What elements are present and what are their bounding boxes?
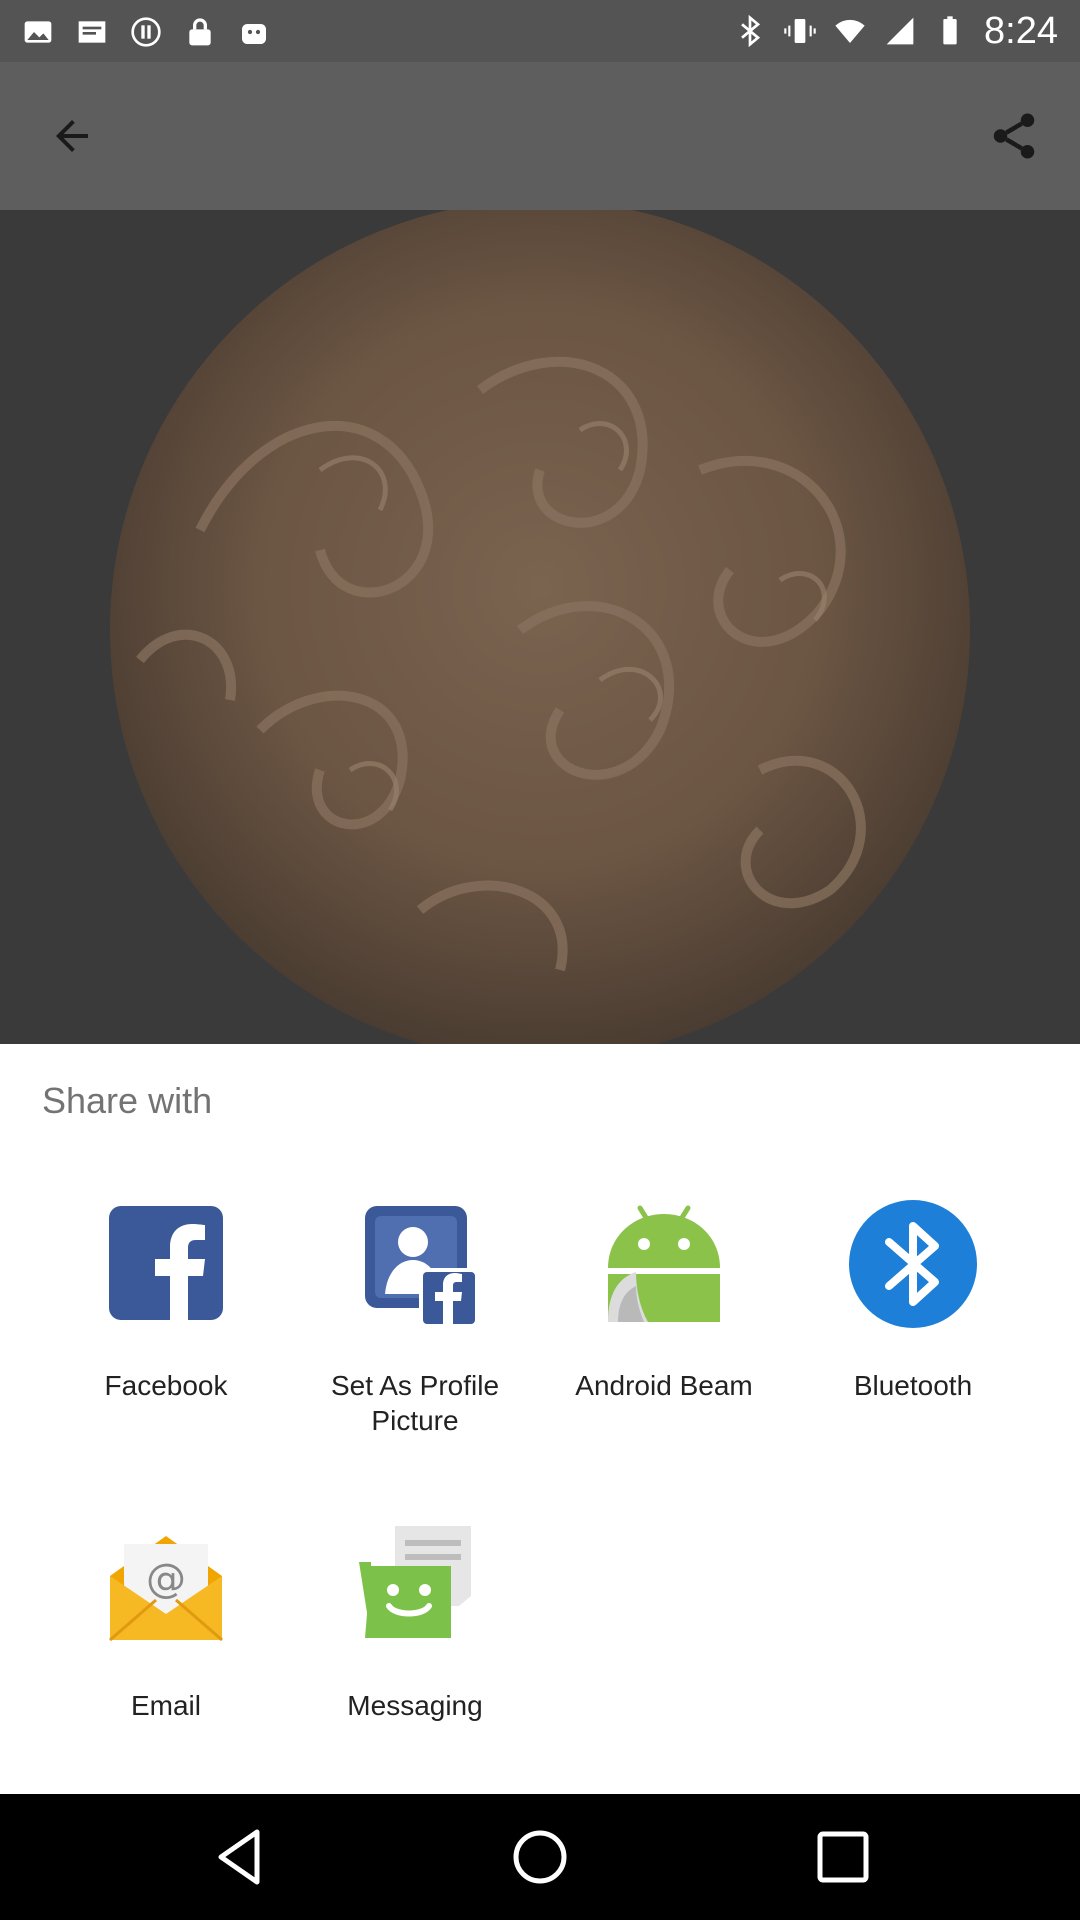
share-option-facebook[interactable]: Facebook bbox=[46, 1194, 286, 1403]
share-icon bbox=[993, 113, 1035, 159]
robot-icon bbox=[242, 24, 266, 44]
share-option-set-as-profile-picture[interactable]: Set As Profile Picture bbox=[295, 1194, 535, 1438]
app-bar bbox=[0, 62, 1080, 210]
share-option-android-beam[interactable]: Android Beam bbox=[544, 1194, 784, 1403]
share-option-bluetooth[interactable]: Bluetooth bbox=[793, 1194, 1033, 1403]
facebook-icon bbox=[109, 1206, 223, 1320]
hair-illustration bbox=[0, 210, 1080, 1044]
profile-picture-icon bbox=[365, 1206, 479, 1328]
wifi-icon bbox=[835, 19, 865, 43]
image-icon bbox=[24, 21, 52, 43]
lock-icon bbox=[189, 18, 211, 46]
home-circle-icon[interactable] bbox=[505, 1822, 575, 1892]
pause-circle-icon bbox=[131, 17, 161, 47]
messaging-icon bbox=[359, 1526, 471, 1638]
cast-icon bbox=[78, 21, 106, 43]
share-sheet-title: Share with bbox=[42, 1080, 213, 1121]
share-option-label: Android Beam bbox=[575, 1370, 753, 1401]
back-button[interactable] bbox=[32, 96, 112, 176]
share-option-messaging[interactable]: Messaging bbox=[295, 1514, 535, 1723]
recents-square-icon[interactable] bbox=[808, 1822, 878, 1892]
signal-icon bbox=[886, 17, 914, 45]
arrow-back-icon bbox=[56, 120, 88, 152]
back-triangle-icon[interactable] bbox=[205, 1822, 275, 1892]
status-time: 8:24 bbox=[984, 9, 1058, 52]
navigation-bar bbox=[0, 1794, 1080, 1920]
share-option-label: Bluetooth bbox=[853, 1370, 973, 1401]
hair-photo bbox=[0, 210, 1080, 1044]
share-option-label: Facebook bbox=[104, 1370, 228, 1401]
share-option-label: Email bbox=[130, 1690, 201, 1721]
android-beam-icon bbox=[608, 1205, 720, 1322]
share-option-email[interactable]: @ Email bbox=[46, 1514, 286, 1723]
vibrate-icon bbox=[784, 19, 816, 43]
share-option-label: Messaging bbox=[347, 1690, 483, 1721]
bluetooth-icon bbox=[741, 15, 761, 47]
email-icon: @ bbox=[109, 1536, 223, 1642]
share-button[interactable] bbox=[974, 96, 1054, 176]
bluetooth-icon bbox=[849, 1200, 977, 1328]
share-sheet: Share with Facebook Set As Profile Pictu… bbox=[0, 1044, 1080, 1794]
svg-text:@: @ bbox=[146, 1556, 186, 1602]
status-bar: 8:24 bbox=[0, 0, 1080, 62]
share-option-label: Set As Profile Picture bbox=[330, 1370, 500, 1436]
battery-icon bbox=[943, 16, 957, 45]
